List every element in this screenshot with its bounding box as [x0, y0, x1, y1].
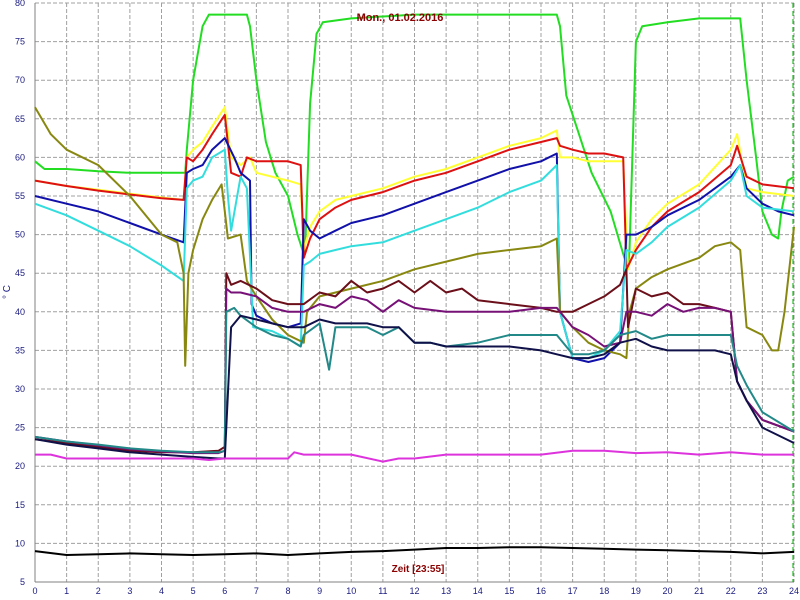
- x-tick-label: 4: [159, 586, 164, 596]
- y-tick-label: 10: [15, 538, 25, 548]
- y-tick-label: 80: [15, 0, 25, 8]
- x-tick-label: 14: [473, 586, 483, 596]
- x-tick-label: 8: [285, 586, 290, 596]
- y-tick-label: 75: [15, 37, 25, 47]
- x-tick-label: 11: [378, 586, 387, 596]
- x-tick-label: 20: [662, 586, 672, 596]
- y-tick-label: 60: [15, 152, 25, 162]
- x-tick-label: 12: [409, 586, 419, 596]
- y-tick-label: 20: [15, 461, 25, 471]
- y-tick-label: 50: [15, 230, 25, 240]
- y-tick-label: 25: [15, 423, 25, 433]
- y-tick-label: 65: [15, 114, 25, 124]
- chart-title: Mon., 01.02.2016: [357, 12, 444, 24]
- x-tick-label: 23: [757, 586, 767, 596]
- x-tick-label: 6: [222, 586, 227, 596]
- x-tick-label: 0: [32, 586, 37, 596]
- x-tick-label: 18: [599, 586, 609, 596]
- y-tick-label: 30: [15, 384, 25, 394]
- y-axis-label: ° C: [2, 285, 13, 299]
- x-tick-label: 19: [631, 586, 641, 596]
- x-tick-label: 9: [317, 586, 322, 596]
- x-tick-label: 16: [536, 586, 546, 596]
- x-axis-label: Zeit [23:55]: [392, 564, 445, 575]
- x-tick-label: 7: [254, 586, 259, 596]
- x-tick-label: 3: [127, 586, 132, 596]
- x-tick-label: 15: [504, 586, 514, 596]
- y-tick-label: 55: [15, 191, 25, 201]
- x-tick-label: 22: [726, 586, 736, 596]
- y-tick-label: 15: [15, 500, 25, 510]
- x-tick-label: 21: [694, 586, 704, 596]
- temperature-chart: 0 1 2 3 4 5 6 7 8 9 10 11 12 13 14 15 16 17 18 19 20 21 22 23 24…: [0, 0, 800, 600]
- y-tick-label: 35: [15, 345, 25, 355]
- x-tick-label: 5: [191, 586, 196, 596]
- y-tick-label: 45: [15, 268, 25, 278]
- y-tick-label: 5: [20, 577, 25, 587]
- x-tick-label: 2: [96, 586, 101, 596]
- y-tick-label: 40: [15, 307, 25, 317]
- y-tick-label: 70: [15, 75, 25, 85]
- x-tick-label: 1: [64, 586, 69, 596]
- x-tick-label: 24: [789, 586, 799, 596]
- x-tick-label: 17: [568, 586, 578, 596]
- x-tick-label: 13: [441, 586, 451, 596]
- x-tick-label: 10: [346, 586, 356, 596]
